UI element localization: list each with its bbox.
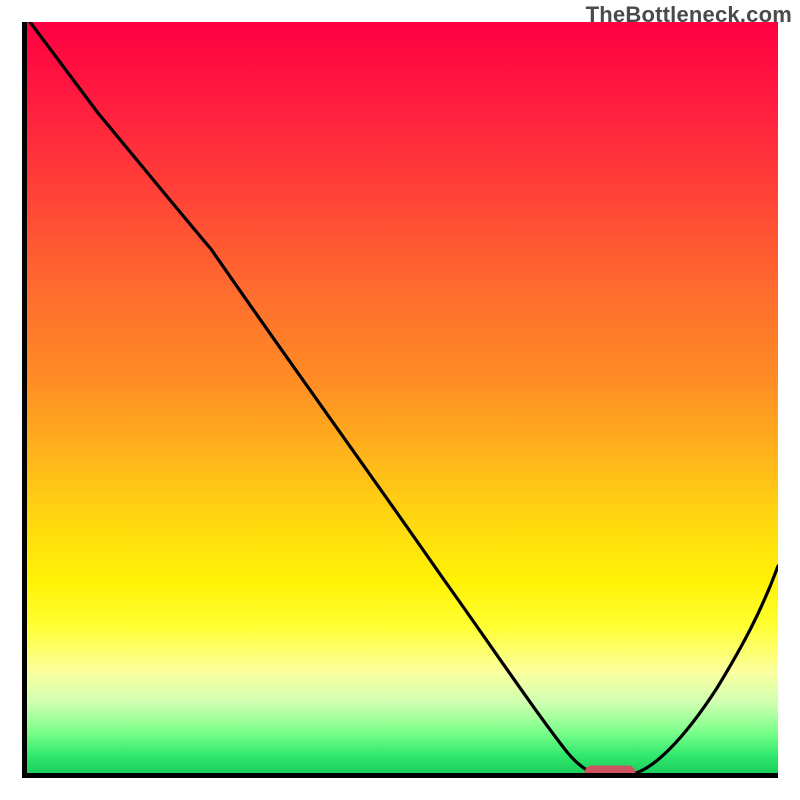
plot-gradient-background bbox=[22, 22, 778, 778]
watermark-text: TheBottleneck.com bbox=[586, 2, 792, 28]
bottleneck-chart: TheBottleneck.com bbox=[0, 0, 800, 800]
